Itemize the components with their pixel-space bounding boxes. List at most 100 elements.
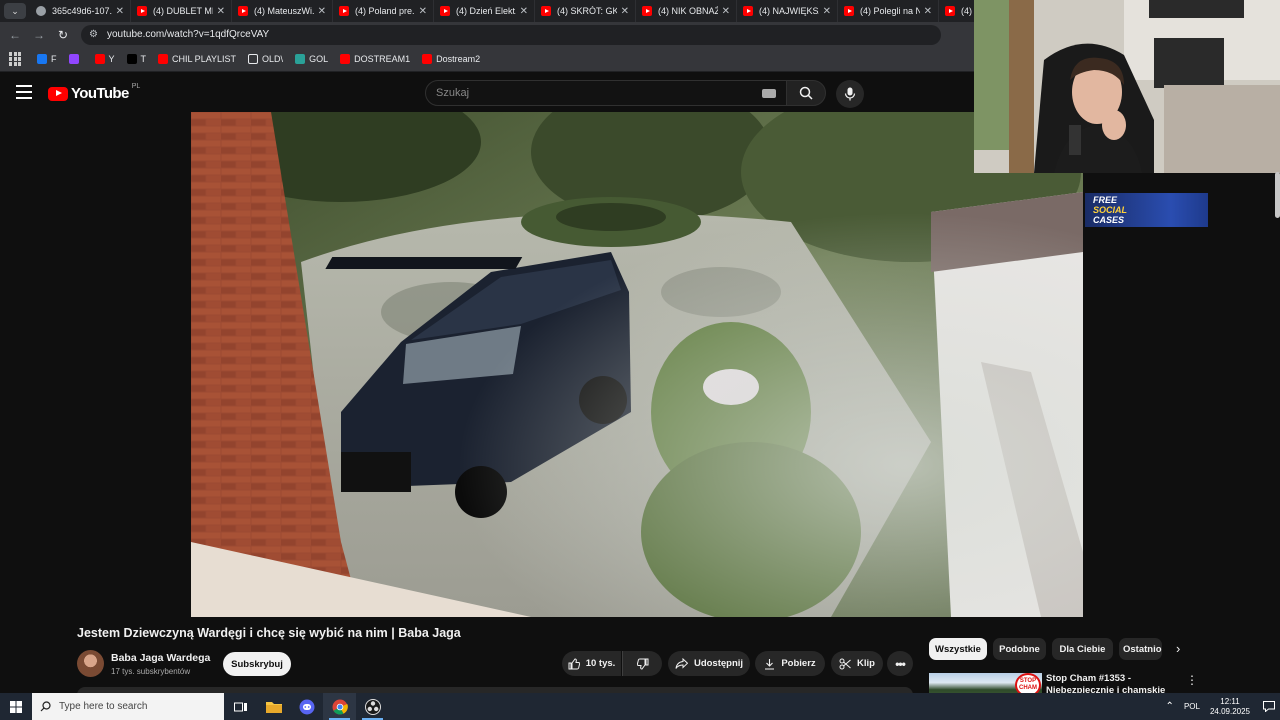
chip-related[interactable]: Podobne [993,638,1046,660]
chip-all[interactable]: Wszystkie [929,638,987,660]
close-tab-icon[interactable]: ✕ [419,6,427,17]
chips-next-chevron-icon[interactable]: › [1176,641,1180,656]
more-actions-button[interactable]: ••• [887,651,913,676]
tray-chevron-up-icon[interactable]: ⌃ [1166,701,1174,712]
bookmark-item[interactable]: OLD\ [248,54,283,64]
bookmark-item[interactable] [68,54,83,64]
like-count: 10 tys. [585,658,616,669]
taskbar-search-input[interactable] [59,701,209,712]
bookmark-item[interactable]: DOSTREAM1 [340,54,410,64]
chip-for-you[interactable]: Dla Ciebie [1052,638,1113,660]
close-tab-icon[interactable]: ✕ [520,6,528,17]
youtube-icon [743,6,753,16]
browser-tab[interactable]: (4) SKRÓT: GKS... ✕ [535,0,636,22]
taskbar-search-icon [40,701,51,712]
like-button[interactable]: 10 tys. [562,651,621,676]
discord-app-icon[interactable] [290,693,323,720]
browser-tab[interactable]: 365c49d6-107... ✕ [30,0,131,22]
tab-title: (4) MateuszWi... [254,6,314,16]
bookmark-label: DOSTREAM1 [354,54,411,64]
hamburger-menu-icon[interactable] [16,85,32,99]
close-tab-icon[interactable]: ✕ [621,6,629,17]
ad-text-line-3: CASES [1093,215,1125,225]
file-explorer-icon[interactable] [257,693,290,720]
bookmark-list: F Y T CHIL PLAYLIST OLD\ GOL DOSTREAM1 Dostream… [37,54,492,64]
chip-recent[interactable]: Ostatnio [1119,638,1162,660]
bookmark-favicon-icon [340,54,351,64]
language-indicator[interactable]: POL [1184,702,1200,711]
bookmark-favicon-icon [126,54,137,64]
clock-date: 24.09.2025 [1209,706,1250,716]
close-tab-icon[interactable]: ✕ [217,6,225,17]
bookmark-item[interactable]: T [126,54,146,64]
folder-icon [248,54,259,64]
ad-banner-free-social-cases[interactable]: FREE SOCIAL CASES [1085,193,1208,227]
recommended-more-vertical-icon[interactable]: ⋮ [1186,673,1198,687]
clock[interactable]: 12:11 24.09.2025 [1210,697,1250,717]
close-tab-icon[interactable]: ✕ [722,6,730,17]
clip-button[interactable]: Klip [831,651,883,676]
bookmark-favicon-icon [422,54,433,64]
bookmark-label: CHIL PLAYLIST [172,54,237,64]
video-player[interactable] [191,112,1083,617]
share-button[interactable]: Udostępnij [668,651,750,676]
task-view-icon[interactable] [224,693,257,720]
video-frame [191,112,1083,617]
subscribe-button[interactable]: Subskrybuj [223,652,291,676]
youtube-icon [137,6,147,16]
browser-tab[interactable]: (4) NAJWIĘKSZ... ✕ [737,0,838,22]
bookmark-favicon-icon [295,54,306,64]
search-button[interactable] [786,80,826,106]
download-icon [765,658,775,670]
youtube-icon [642,6,652,16]
browser-tab[interactable]: (4) Dzień Elekt... ✕ [434,0,535,22]
reload-icon[interactable]: ↻ [51,28,75,42]
windows-logo-icon [10,700,22,713]
bookmark-item[interactable]: GOL [295,54,328,64]
browser-tab[interactable]: (4) DUBLET MI... ✕ [131,0,232,22]
streamer-webcam-overlay [974,0,1280,173]
bookmark-item[interactable]: Dostream2 [422,54,480,64]
webcam-feed [974,0,1280,173]
browser-tab[interactable]: (4) Poland pre... ✕ [333,0,434,22]
bookmark-favicon-icon [37,54,47,64]
youtube-logo[interactable]: YouTube PL [48,83,140,102]
chrome-app-icon[interactable] [323,693,356,720]
search-input[interactable] [436,87,762,99]
voice-search-button[interactable] [836,80,864,108]
site-info-icon[interactable]: ⚙ [89,29,101,40]
apps-grid-icon[interactable] [9,52,23,66]
dislike-button[interactable] [622,651,662,676]
bookmark-favicon-icon [158,54,169,64]
search-box [425,80,787,106]
bookmark-label: GOL [309,54,329,64]
notifications-icon[interactable] [1258,701,1280,712]
channel-name[interactable]: Baba Jaga Wardega [111,652,210,664]
page-scrollbar[interactable] [1275,172,1280,218]
tab-search-chevron-icon[interactable]: ⌄ [4,3,26,19]
url-bar[interactable]: ⚙ youtube.com/watch?v=1qdfQrceVAY [81,24,941,45]
obs-app-icon[interactable] [356,693,389,720]
youtube-icon [238,6,248,16]
close-tab-icon[interactable]: ✕ [924,6,932,17]
close-tab-icon[interactable]: ✕ [116,6,124,17]
more-horizontal-icon: ••• [895,656,906,671]
close-tab-icon[interactable]: ✕ [318,6,326,17]
browser-tab[interactable]: (4) NIK OBNAŻ... ✕ [636,0,737,22]
bookmark-item[interactable]: F [37,54,57,64]
youtube-play-icon [48,86,68,101]
keyboard-icon[interactable] [762,88,776,98]
thumbs-up-icon [568,657,580,669]
windows-start-button[interactable] [0,693,32,720]
channel-avatar[interactable] [77,650,104,677]
download-button[interactable]: Pobierz [755,651,825,676]
tab-title: (4) NAJWIĘKSZ... [759,6,819,16]
youtube-icon [844,6,854,16]
back-arrow-icon[interactable]: ← [3,28,27,42]
browser-tab[interactable]: (4) MateuszWi... ✕ [232,0,333,22]
bookmark-item[interactable]: CHIL PLAYLIST [158,54,236,64]
bookmark-item[interactable]: Y [94,54,115,64]
forward-arrow-icon[interactable]: → [27,28,51,42]
close-tab-icon[interactable]: ✕ [823,6,831,17]
browser-tab[interactable]: (4) Polegli na N... ✕ [838,0,939,22]
